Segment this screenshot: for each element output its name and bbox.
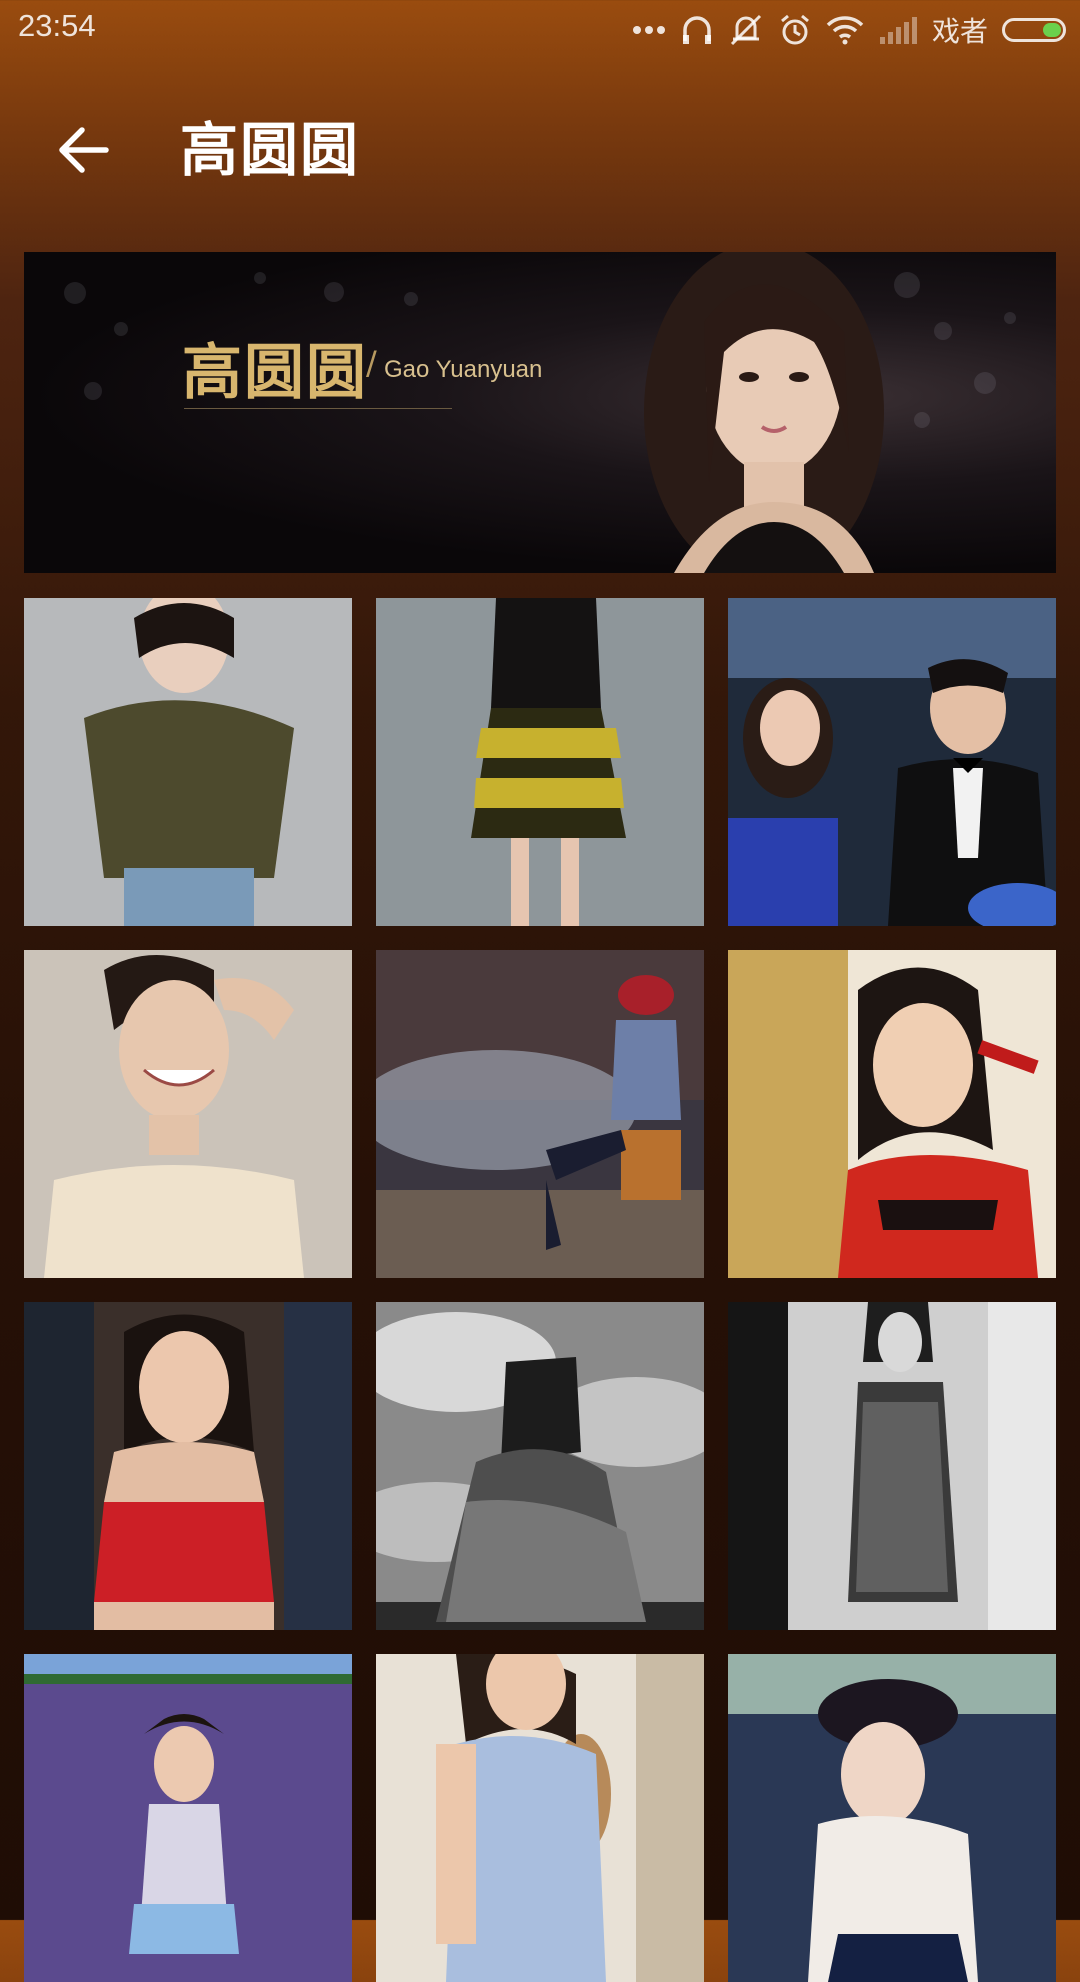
photo-image [376,1654,704,1982]
battery-icon [1002,18,1066,42]
photo-image [376,598,704,926]
photo-image [24,950,352,1278]
gallery-photo[interactable] [24,598,352,926]
gallery-photo[interactable] [728,1654,1056,1982]
signal-icon [879,17,917,44]
gallery-photo[interactable] [24,1302,352,1630]
gallery-photo[interactable] [376,950,704,1278]
alarm-icon [781,14,809,45]
banner-name-en: Gao Yuanyuan [384,356,543,383]
photo-image [376,1302,704,1630]
artist-banner[interactable]: 高圆圆 / Gao Yuanyuan [24,252,1056,573]
photo-image [728,950,1056,1278]
photo-image [728,1302,1056,1630]
wifi-icon [826,16,864,45]
gallery-photo[interactable] [376,1302,704,1630]
carrier-name: 戏者 [931,15,988,48]
photo-image [728,1654,1056,1982]
banner-portrait-image [644,252,884,573]
back-button[interactable] [44,110,124,190]
gallery-photo[interactable] [24,950,352,1278]
gallery-photo[interactable] [376,598,704,926]
status-bar: 23:54 戏者 [0,0,1080,60]
banner-separator: / [366,344,377,382]
status-time: 23:54 [18,8,96,43]
more-dots-icon [632,26,665,34]
gallery-photo[interactable] [728,598,1056,926]
gallery-photo[interactable] [728,1302,1056,1630]
gallery-photo[interactable] [24,1654,352,1982]
app-bar: 高圆圆 [0,60,1080,230]
mute-icon [730,14,762,46]
banner-name-cn: 高圆圆 [182,338,368,408]
photo-image [728,598,1056,926]
photo-image [24,1654,352,1982]
status-icons: 戏者 [632,8,1066,52]
banner-underline [184,408,452,409]
photo-image [24,1302,352,1630]
gallery-photo[interactable] [728,950,1056,1278]
headphones-icon [682,16,711,44]
arrow-left-icon [59,127,109,173]
gallery-photo[interactable] [376,1654,704,1982]
photo-image [376,950,704,1278]
photo-image [24,598,352,926]
page-title: 高圆圆 [180,116,361,184]
